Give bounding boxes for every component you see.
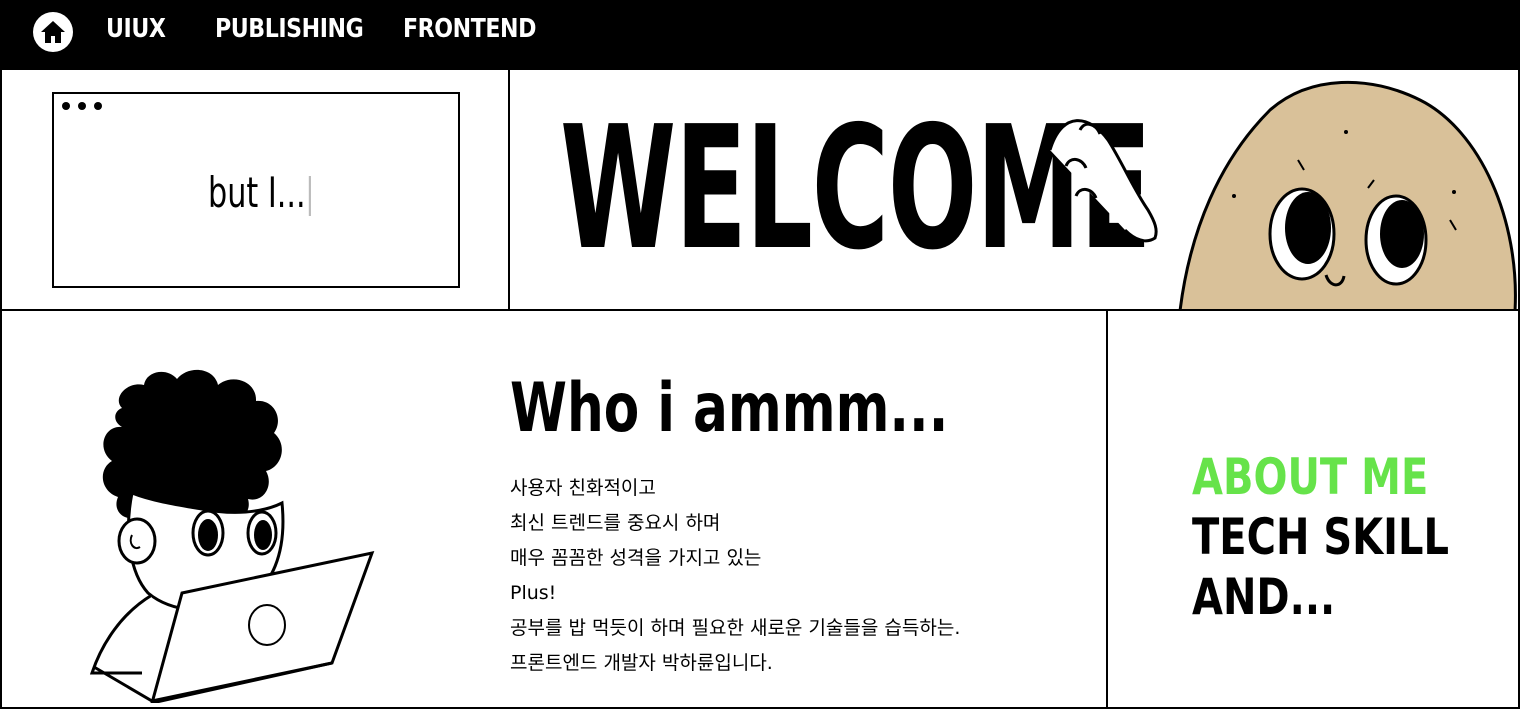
about-panel: Who i ammm... 사용자 친화적이고 최신 트렌드를 중요시 하며 매… — [0, 309, 1108, 709]
window-dot-icon — [78, 102, 86, 110]
top-nav: UIUX PUBLISHING FRONTEND — [0, 0, 1520, 68]
about-line: 공부를 밥 먹듯이 하며 필요한 새로운 기술들을 습득하는. — [510, 617, 961, 639]
about-line-plus: Plus! — [510, 582, 557, 604]
nav-link-frontend[interactable]: FRONTEND — [403, 14, 536, 44]
menu-about-me[interactable]: ABOUT ME — [1192, 447, 1428, 507]
home-button[interactable] — [33, 12, 73, 52]
about-description: 사용자 친화적이고 최신 트렌드를 중요시 하며 매우 꼼꼼한 성격을 가지고 … — [510, 471, 960, 681]
text-cursor — [308, 175, 311, 216]
section-menu-panel: ABOUT ME TECH SKILL AND... — [1106, 309, 1520, 709]
typed-text: but I... — [208, 168, 306, 217]
about-heading: Who i ammm... — [510, 369, 949, 448]
window-dot-icon — [62, 102, 70, 110]
about-line: 프론트엔드 개발자 박하륜입니다. — [510, 652, 773, 674]
about-line: 사용자 친화적이고 — [510, 477, 656, 499]
welcome-panel: WELCOME — [508, 68, 1520, 311]
about-line: 매우 꼼꼼한 성격을 가지고 있는 — [510, 547, 762, 569]
menu-and[interactable]: AND... — [1192, 567, 1335, 627]
typing-text-container: but I... — [208, 168, 311, 217]
terminal-panel: but I... — [0, 68, 510, 311]
typing-window: but I... — [52, 92, 460, 288]
nav-link-publishing[interactable]: PUBLISHING — [215, 14, 364, 44]
developer-laptop-illustration — [89, 369, 375, 703]
menu-tech-skill[interactable]: TECH SKILL — [1192, 507, 1449, 567]
window-dot-icon — [94, 102, 102, 110]
nav-link-uiux[interactable]: UIUX — [106, 14, 166, 44]
about-line: 최신 트렌드를 중요시 하며 — [510, 512, 721, 534]
home-icon — [41, 21, 65, 43]
potato-character-illustration — [1048, 80, 1517, 309]
